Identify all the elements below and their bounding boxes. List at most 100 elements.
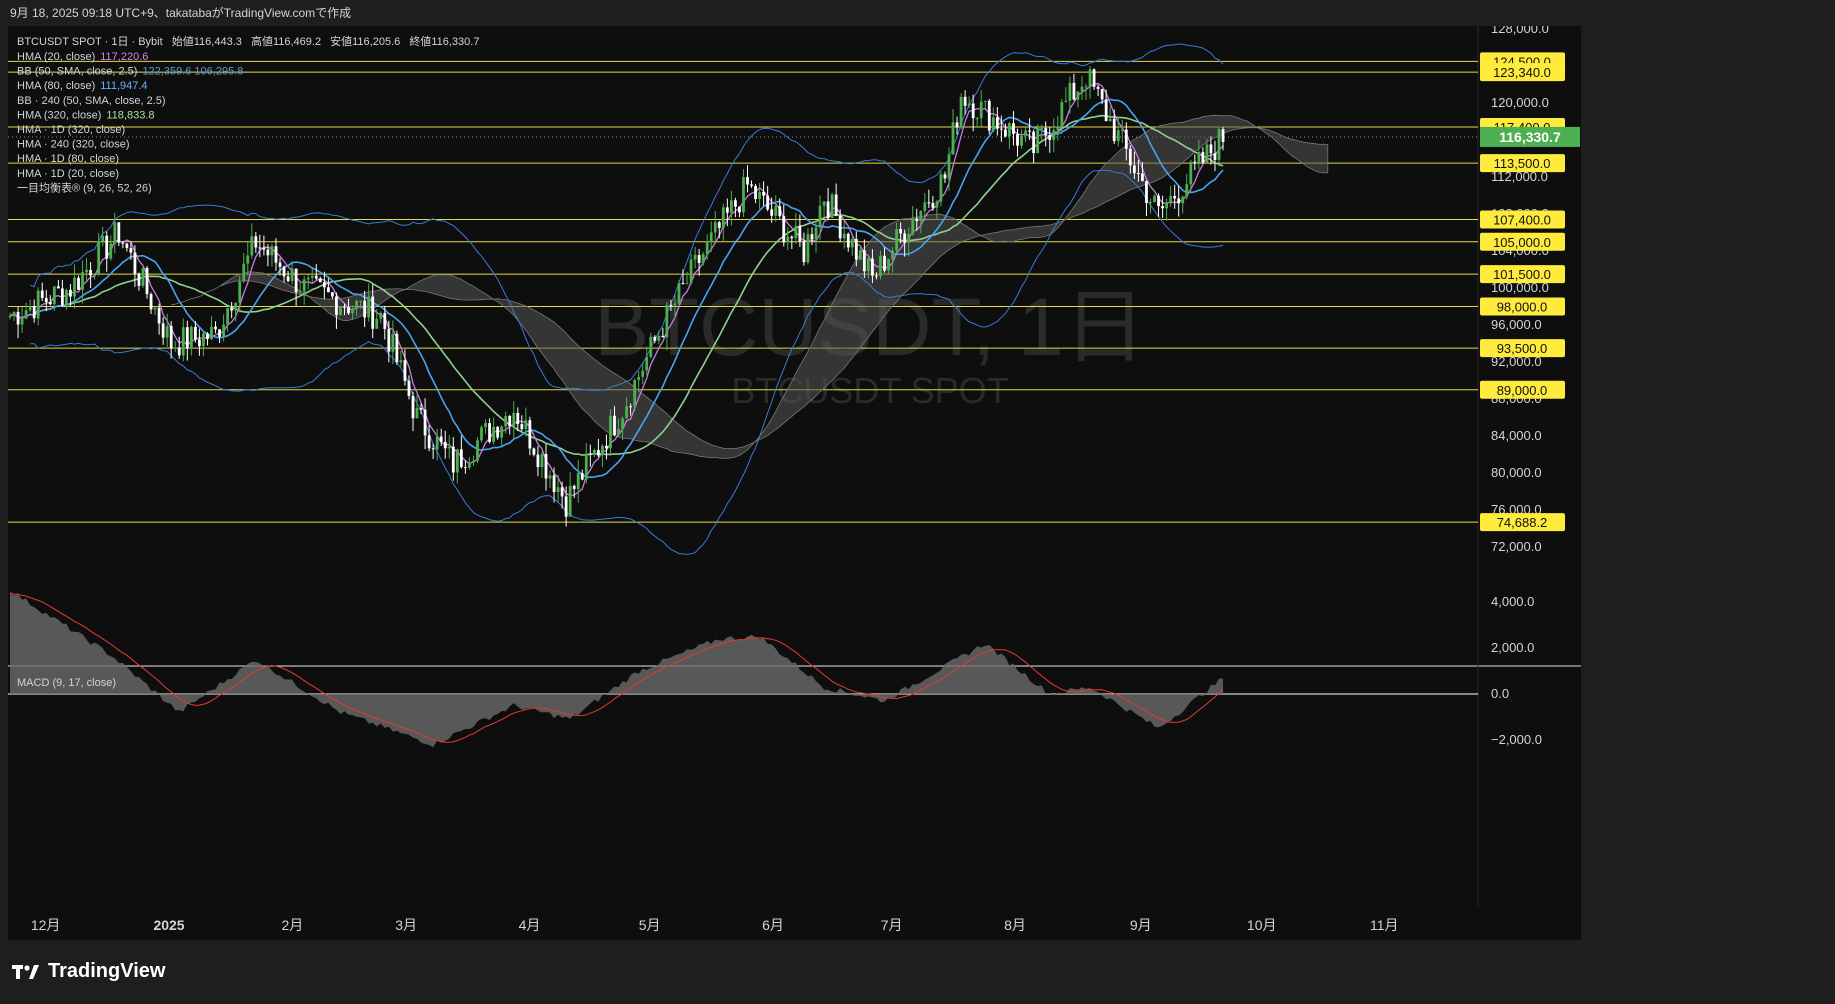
candle-body [931, 203, 935, 208]
candle-body [778, 206, 782, 217]
candle-body [1165, 203, 1169, 209]
candle-body [459, 449, 463, 468]
level-label: 105,000.0 [1493, 235, 1551, 250]
candle-body [480, 427, 483, 441]
candle-body [379, 312, 383, 319]
candle-body [411, 395, 415, 419]
candle-body [258, 247, 262, 249]
macd-tick: 2,000.0 [1491, 640, 1534, 655]
candle-body [1193, 161, 1197, 163]
candle-body [971, 103, 975, 119]
legend-indicator-label: HMA · 240 (320, close) [17, 139, 130, 151]
candle-body [1201, 152, 1205, 163]
candle-body [1124, 129, 1128, 149]
candle-body [218, 329, 221, 337]
candle-body [520, 424, 524, 430]
candle-body [649, 336, 653, 358]
candle-body [738, 206, 741, 213]
candle-body [1145, 180, 1148, 204]
legend-indicator: HMA (20, close) 117,220.6 [17, 51, 148, 63]
candle-body [185, 327, 189, 349]
candle-body [1028, 130, 1031, 132]
candle-body [596, 449, 600, 456]
legend-indicator-value: 117,220.6 [100, 51, 148, 63]
level-label: 93,500.0 [1497, 341, 1548, 356]
candle-body [1092, 69, 1096, 87]
candle-body [395, 333, 399, 363]
candle-body [786, 236, 790, 243]
legend-indicator-value: 122,359.6 106,295.8 [142, 66, 243, 78]
candle-body [40, 290, 44, 299]
candle-body [903, 233, 907, 243]
candle-body [693, 254, 697, 260]
time-tick: 9月 [1130, 917, 1152, 933]
candle-body [1120, 129, 1124, 131]
candle-body [979, 101, 983, 119]
candle-body [318, 278, 322, 283]
candle-body [576, 473, 580, 490]
candle-body [822, 201, 826, 206]
candle-body [81, 272, 84, 290]
candle-body [790, 236, 794, 239]
candle-body [588, 453, 592, 455]
candle-body [826, 201, 830, 218]
candle-body [117, 222, 121, 243]
candle-body [322, 282, 326, 288]
footer: TradingView [0, 940, 1835, 1004]
candle-body [121, 242, 125, 244]
legend-indicator: HMA · 1D (80, close) [17, 153, 119, 165]
time-tick: 7月 [881, 917, 903, 933]
candle-body [1177, 198, 1181, 204]
candle-body [125, 243, 129, 248]
candle-body [641, 370, 645, 377]
brand-text: TradingView [48, 960, 166, 982]
candle-body [838, 215, 842, 239]
candle-body [56, 286, 60, 289]
candle-body [109, 243, 113, 259]
candle-body [1221, 129, 1225, 142]
time-axis-bg [8, 907, 1581, 940]
candle-body [814, 227, 818, 240]
candle-body [544, 454, 548, 479]
chart-area[interactable]: BTCUSDT, 1日 BTCUSDT SPOT 4,000.02,000.00… [0, 21, 1835, 940]
candle-body [270, 246, 274, 256]
candle-body [617, 428, 620, 435]
current-price-label: 116,330.7 [1499, 129, 1561, 145]
candle-body [230, 308, 234, 311]
chart-caption: 9月 18, 2025 09:18 UTC+9、takatabaがTrading… [10, 6, 352, 20]
candle-body [742, 177, 745, 213]
legend-indicator-label: HMA · 1D (320, close) [17, 124, 125, 136]
candle-body [919, 211, 923, 222]
candle-body [834, 194, 838, 216]
candle-body [202, 333, 205, 347]
candle-body [472, 460, 475, 463]
level-label: 98,000.0 [1497, 300, 1548, 315]
candle-body [794, 225, 798, 239]
legend-close: 116,330.7 [431, 36, 479, 48]
candle-body [274, 246, 278, 263]
price-chart-svg[interactable]: BTCUSDT, 1日 BTCUSDT SPOT 4,000.02,000.00… [0, 21, 1835, 940]
candle-body [1080, 86, 1084, 92]
candle-body [407, 380, 411, 396]
legend-indicator-label: HMA · 1D (80, close) [17, 153, 119, 165]
candle-body [754, 185, 757, 200]
tradingview-logo[interactable]: TradingView [12, 960, 165, 983]
candle-body [923, 202, 927, 212]
candle-body [198, 339, 201, 347]
candle-body [8, 316, 12, 318]
candle-body [246, 255, 250, 264]
time-tick: 11月 [1370, 917, 1399, 933]
candle-body [339, 306, 342, 316]
candle-body [193, 326, 197, 340]
candle-body [335, 296, 338, 316]
candle-body [1209, 144, 1213, 154]
candle-body [915, 218, 919, 222]
candle-body [52, 286, 56, 305]
candle-body [1076, 91, 1080, 100]
candle-body [633, 380, 637, 407]
candle-body [653, 336, 657, 341]
candle-body [463, 467, 467, 469]
price-tick: 80,000.0 [1491, 465, 1542, 480]
level-label: 74,688.2 [1497, 515, 1548, 530]
candle-body [951, 122, 955, 155]
